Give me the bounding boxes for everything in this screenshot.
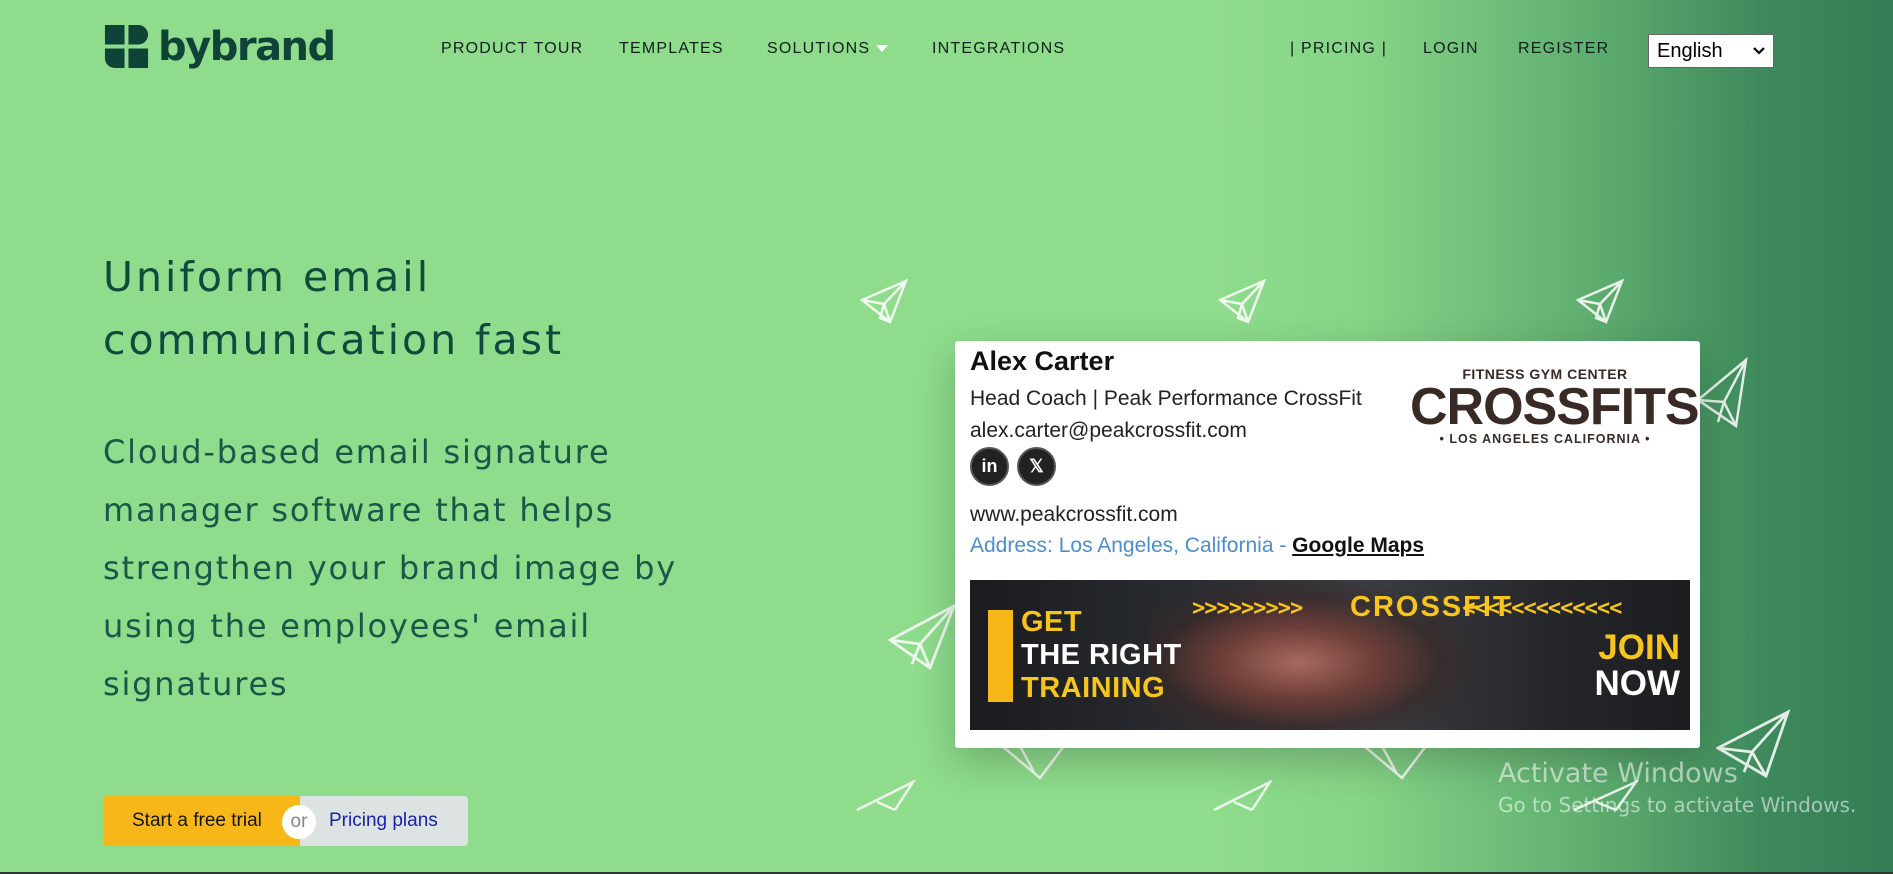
signature-social-links: in 𝕏 xyxy=(970,447,1056,486)
nav-register[interactable]: REGISTER xyxy=(1518,40,1609,58)
hero-subtitle: Cloud-based email signature manager soft… xyxy=(103,433,677,703)
paper-plane-icon xyxy=(1000,744,1066,780)
pricing-plans-button[interactable]: Pricing plans xyxy=(300,796,468,846)
language-select[interactable]: English xyxy=(1648,34,1774,68)
nav-templates[interactable]: TEMPLATES xyxy=(619,40,724,58)
signature-email[interactable]: alex.carter@peakcrossfit.com xyxy=(970,419,1247,443)
email-signature-preview: Alex Carter Head Coach | Peak Performanc… xyxy=(955,341,1700,748)
paper-plane-icon xyxy=(1695,356,1748,429)
nav-login[interactable]: LOGIN xyxy=(1423,40,1479,58)
crossfits-logo-bottom: • LOS ANGELES CALIFORNIA • xyxy=(1439,432,1651,446)
google-maps-link[interactable]: Google Maps xyxy=(1292,534,1424,557)
dropdown-caret-icon xyxy=(876,45,889,53)
banner-join-now: JOIN NOW xyxy=(1570,630,1680,702)
nav-solutions-label: SOLUTIONS xyxy=(767,40,871,57)
signature-banner[interactable]: GET THE RIGHT TRAINING >>>>>>>>> <<<<<<<<… xyxy=(970,580,1690,730)
banner-accent-bar xyxy=(988,610,1013,702)
language-selected-value: English xyxy=(1657,39,1723,62)
signature-role: Head Coach | Peak Performance CrossFit xyxy=(970,387,1362,410)
signature-address: Address: Los Angeles, California - Googl… xyxy=(970,534,1424,558)
banner-get: GET xyxy=(1021,606,1083,638)
or-badge: or xyxy=(282,805,316,839)
signature-website[interactable]: www.peakcrossfit.com xyxy=(970,503,1178,527)
paper-plane-icon xyxy=(860,278,909,325)
banner-training: TRAINING xyxy=(1021,672,1166,704)
x-icon[interactable]: 𝕏 xyxy=(1017,447,1056,486)
banner-the-right: THE RIGHT xyxy=(1021,639,1182,671)
cta-group: Start a free trial or Pricing plans xyxy=(103,796,468,846)
banner-arrows-left: >>>>>>>>> xyxy=(1192,596,1303,621)
watermark-subtitle: Go to Settings to activate Windows. xyxy=(1498,793,1857,817)
nav-integrations[interactable]: INTEGRATIONS xyxy=(932,40,1065,58)
bybrand-logo-icon xyxy=(104,24,149,69)
crossfits-logo-main: CROSSFITS xyxy=(1410,378,1700,436)
signature-name: Alex Carter xyxy=(970,346,1115,376)
paper-plane-icon xyxy=(1362,744,1428,780)
bybrand-logo[interactable]: bybrand xyxy=(103,22,336,71)
paper-plane-icon xyxy=(1213,780,1273,812)
crossfits-logo: FITNESS GYM CENTER CROSSFITS • LOS ANGEL… xyxy=(1410,366,1700,446)
watermark-title: Activate Windows xyxy=(1498,758,1738,789)
paper-plane-icon xyxy=(1218,278,1267,325)
logo-text: bybrand xyxy=(158,23,336,70)
chevron-down-icon xyxy=(1753,47,1765,55)
nav-solutions[interactable]: SOLUTIONS xyxy=(767,40,889,58)
activate-windows-watermark: Activate Windows Go to Settings to activ… xyxy=(1498,758,1856,817)
hero-title: Uniform email communication fast xyxy=(103,253,565,364)
signature-address-text: Address: Los Angeles, California - xyxy=(970,534,1293,557)
start-free-trial-button[interactable]: Start a free trial xyxy=(103,796,300,846)
paper-plane-icon xyxy=(888,603,957,671)
nav-pricing[interactable]: | PRICING | xyxy=(1290,40,1387,58)
nav-product-tour[interactable]: PRODUCT TOUR xyxy=(441,40,583,58)
banner-headline: GET THE RIGHT TRAINING xyxy=(1021,606,1182,705)
linkedin-icon[interactable]: in xyxy=(970,447,1009,486)
banner-crossfit: CROSSFIT xyxy=(1350,591,1513,623)
paper-plane-icon xyxy=(856,780,916,812)
banner-join: JOIN xyxy=(1598,628,1680,667)
paper-plane-icon xyxy=(1576,278,1625,325)
banner-now: NOW xyxy=(1594,664,1680,703)
